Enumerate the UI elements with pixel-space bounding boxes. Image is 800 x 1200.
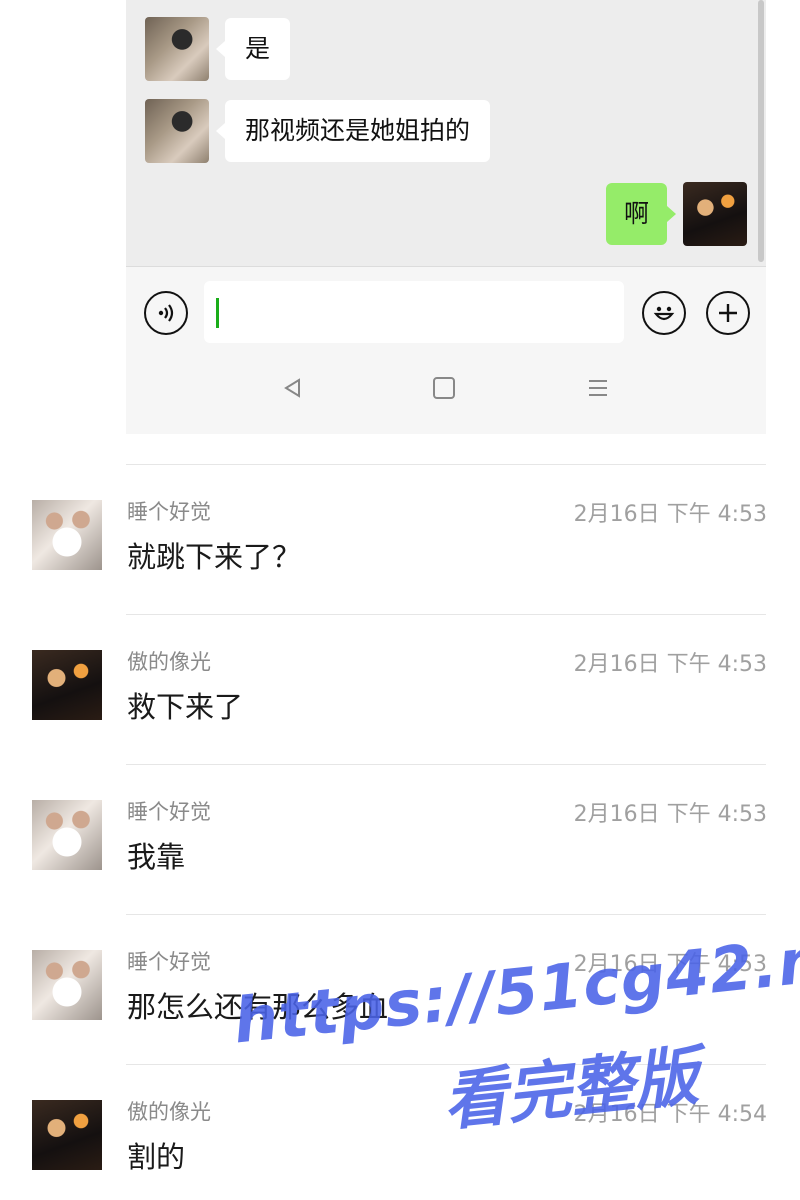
commenter-avatar[interactable]	[32, 650, 102, 720]
voice-icon[interactable]	[144, 291, 188, 335]
message-input[interactable]	[204, 281, 624, 343]
outgoing-message: 啊	[605, 182, 747, 246]
comment-text: 割的	[127, 1140, 186, 1174]
commenter-name[interactable]: 睡个好觉	[127, 946, 211, 976]
comment-time: 2月16日 下午 4:53	[573, 802, 767, 827]
triangle-back-icon[interactable]	[281, 376, 305, 407]
incoming-message: 是	[145, 17, 291, 81]
comment-text: 就跳下来了？	[127, 540, 302, 574]
commenter-name[interactable]: 傲的像光	[127, 646, 211, 676]
divider	[126, 1064, 766, 1065]
commenter-name[interactable]: 睡个好觉	[127, 796, 211, 826]
commenter-name[interactable]: 傲的像光	[127, 1096, 211, 1126]
plus-icon[interactable]	[706, 291, 750, 335]
comment-time: 2月16日 下午 4:53	[573, 502, 767, 527]
comment-text: 我靠	[127, 840, 186, 874]
divider	[126, 464, 766, 465]
system-navigation-bar	[126, 356, 766, 434]
commenter-avatar[interactable]	[32, 1100, 102, 1170]
menu-lines-icon[interactable]	[586, 376, 610, 407]
message-bubble[interactable]: 是	[215, 18, 291, 80]
chat-input-bar	[126, 266, 766, 357]
contact-avatar[interactable]	[145, 99, 209, 163]
chat-message-area: 是 那视频还是她姐拍的 啊	[126, 0, 766, 266]
square-home-icon[interactable]	[433, 376, 455, 406]
comment-time: 2月16日 下午 4:53	[573, 652, 767, 677]
comment-text: 那怎么还有那么多血	[127, 990, 389, 1024]
scrollbar[interactable]	[758, 0, 764, 262]
comment-time: 2月16日 下午 4:54	[573, 1102, 767, 1127]
comment-text: 救下来了	[127, 690, 244, 724]
incoming-message: 那视频还是她姐拍的	[145, 99, 491, 163]
comment-item[interactable]: 睡个好觉 2月16日 下午 4:53 那怎么还有那么多血	[0, 942, 800, 1092]
comment-item[interactable]: 睡个好觉 2月16日 下午 4:53 我靠	[0, 792, 800, 942]
self-avatar[interactable]	[683, 182, 747, 246]
contact-avatar[interactable]	[145, 17, 209, 81]
comment-item[interactable]: 傲的像光 2月16日 下午 4:53 救下来了	[0, 642, 800, 792]
comment-item[interactable]: 睡个好觉 2月16日 下午 4:53 就跳下来了？	[0, 492, 800, 642]
commenter-avatar[interactable]	[32, 500, 102, 570]
commenter-name[interactable]: 睡个好觉	[127, 496, 211, 526]
divider	[126, 614, 766, 615]
commenter-avatar[interactable]	[32, 950, 102, 1020]
text-caret	[216, 298, 219, 328]
comment-item[interactable]: 傲的像光 2月16日 下午 4:54 割的	[0, 1092, 800, 1200]
message-bubble[interactable]: 啊	[605, 183, 677, 245]
message-bubble[interactable]: 那视频还是她姐拍的	[215, 100, 491, 162]
emoji-icon[interactable]	[642, 291, 686, 335]
divider	[126, 764, 766, 765]
embedded-chat-screenshot: 是 那视频还是她姐拍的 啊	[126, 0, 766, 434]
comment-time: 2月16日 下午 4:53	[573, 952, 767, 977]
commenter-avatar[interactable]	[32, 800, 102, 870]
divider	[126, 914, 766, 915]
